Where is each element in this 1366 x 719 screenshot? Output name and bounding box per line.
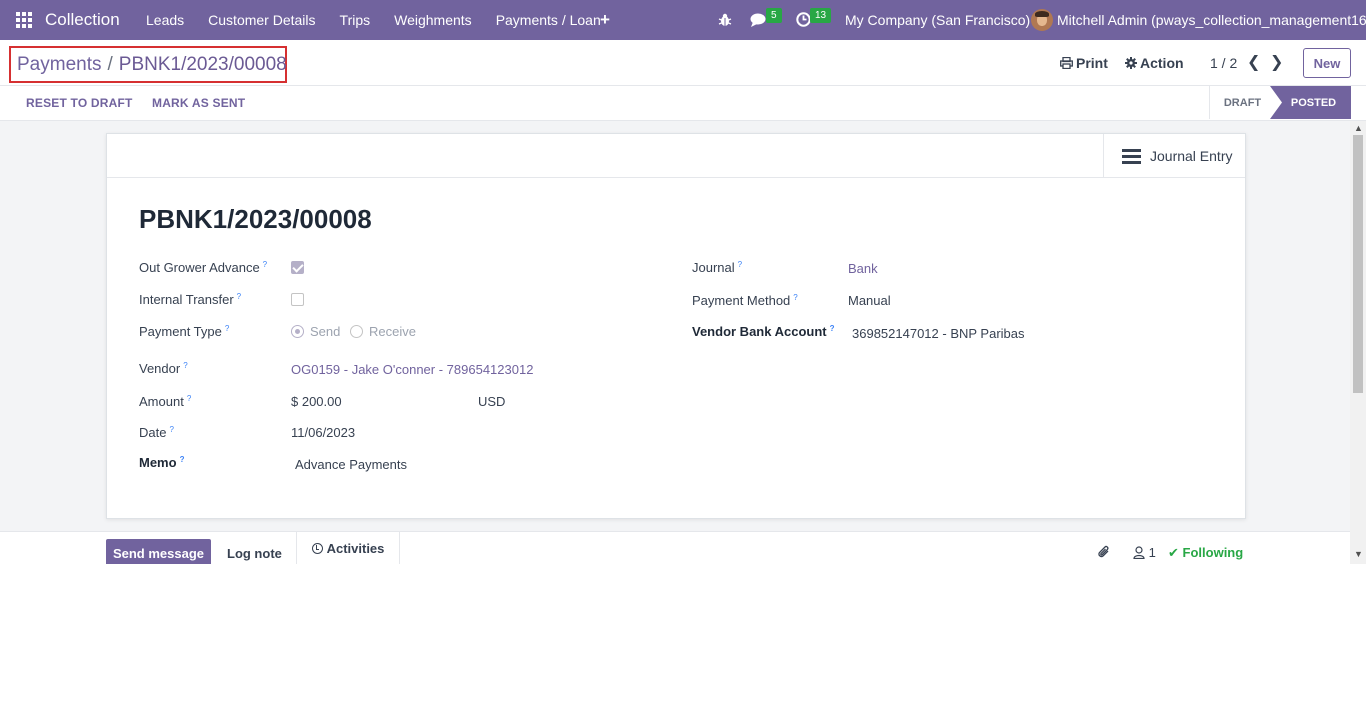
control-panel: Payments / PBNK1/2023/00008 Print Action… — [0, 40, 1366, 86]
gear-icon — [1125, 57, 1137, 69]
add-menu-icon[interactable]: + — [600, 10, 610, 30]
smart-button-box: Journal Entry — [107, 134, 1245, 178]
record-title: PBNK1/2023/00008 — [139, 204, 372, 234]
user-icon — [1133, 546, 1145, 560]
pager-value[interactable]: 1 / 2 — [1210, 55, 1237, 71]
memo-label: Memo? — [139, 455, 185, 470]
payment-type-receive-label[interactable]: Receive — [369, 324, 416, 339]
amount-value: $ 200.00 — [291, 394, 342, 409]
main-menu: Leads Customer Details Trips Weighments … — [146, 12, 625, 28]
list-bars-icon — [1122, 146, 1141, 167]
breadcrumb-parent-link[interactable]: Payments — [17, 54, 101, 76]
pager-previous-icon[interactable]: ❮ — [1247, 52, 1260, 72]
payment-type-label: Payment Type? — [139, 324, 230, 339]
mark-as-sent-button[interactable]: Mark as Sent — [152, 96, 245, 110]
status-bar: Reset to Draft Mark as Sent DRAFT POSTED — [0, 86, 1366, 121]
user-avatar[interactable] — [1031, 9, 1053, 31]
print-label: Print — [1076, 55, 1108, 71]
journal-label: Journal? — [692, 260, 743, 275]
check-icon: ✔ — [1168, 545, 1179, 560]
out-grower-advance-label: Out Grower Advance? — [139, 260, 268, 275]
payment-type-send-radio[interactable] — [291, 325, 304, 338]
menu-item-payments-loan[interactable]: Payments / Loan — [496, 12, 601, 28]
activities-label: Activities — [326, 541, 385, 556]
date-label: Date? — [139, 425, 174, 440]
reset-to-draft-button[interactable]: Reset to Draft — [26, 96, 133, 110]
vendor-link[interactable]: OG0159 - Jake O'conner - 789654123012 — [291, 362, 533, 377]
internal-transfer-label: Internal Transfer? — [139, 292, 242, 307]
vendor-bank-account-label: Vendor Bank Account? — [692, 324, 835, 339]
vendor-label: Vendor? — [139, 361, 188, 376]
menu-item-trips[interactable]: Trips — [340, 12, 371, 28]
debug-bug-icon[interactable] — [718, 13, 732, 27]
menu-item-customer-details[interactable]: Customer Details — [208, 12, 315, 28]
amount-label: Amount? — [139, 394, 192, 409]
currency-value: USD — [478, 394, 506, 409]
payment-method-value: Manual — [848, 293, 891, 308]
log-note-button[interactable]: Log note — [227, 546, 282, 561]
scroll-down-icon[interactable]: ▼ — [1354, 549, 1363, 559]
company-switcher[interactable]: My Company (San Francisco) — [845, 12, 1030, 28]
following-label: Following — [1182, 545, 1244, 560]
send-message-button[interactable]: Send message — [106, 539, 211, 564]
stage-posted: POSTED — [1270, 86, 1351, 119]
app-name[interactable]: Collection — [45, 10, 120, 30]
menu-item-weighments[interactable]: Weighments — [394, 12, 472, 28]
vendor-bank-account-value: 369852147012 - BNP Paribas — [852, 326, 1025, 341]
payment-type-send-label[interactable]: Send — [310, 324, 340, 339]
clock-icon — [311, 543, 323, 554]
chatter-bar: Send message Log note Activities 1 ✔ Fol… — [0, 531, 1350, 564]
breadcrumb-current: PBNK1/2023/00008 — [118, 53, 287, 75]
top-navbar: Collection Leads Customer Details Trips … — [0, 0, 1366, 40]
menu-item-leads[interactable]: Leads — [146, 12, 184, 28]
followers-button[interactable]: 1 — [1133, 545, 1156, 560]
print-icon — [1060, 57, 1073, 69]
date-value: 11/06/2023 — [291, 425, 356, 440]
user-menu[interactable]: Mitchell Admin (pways_collection_managem… — [1057, 12, 1366, 28]
messages-icon[interactable] — [750, 13, 767, 28]
journal-link[interactable]: Bank — [848, 261, 878, 276]
activities-clock-icon[interactable] — [796, 12, 811, 27]
out-grower-advance-checkbox[interactable] — [291, 261, 304, 274]
form-sheet: Journal Entry PBNK1/2023/00008 Out Growe… — [106, 133, 1246, 519]
payment-method-label: Payment Method? — [692, 293, 798, 308]
new-button[interactable]: New — [1303, 48, 1351, 78]
activities-button[interactable]: Activities — [296, 532, 400, 564]
activities-count-badge: 13 — [810, 8, 832, 23]
journal-entry-button[interactable]: Journal Entry — [1103, 134, 1245, 178]
journal-entry-label: Journal Entry — [1150, 148, 1233, 164]
action-button[interactable]: Action — [1125, 55, 1184, 71]
messages-count-badge: 5 — [766, 8, 782, 23]
stage-draft[interactable]: DRAFT — [1209, 86, 1275, 119]
payment-type-receive-radio[interactable] — [350, 325, 363, 338]
vertical-scrollbar[interactable]: ▲ ▼ — [1350, 121, 1366, 564]
pager-next-icon[interactable]: ❯ — [1270, 52, 1283, 72]
form-view-area: Journal Entry PBNK1/2023/00008 Out Growe… — [0, 121, 1350, 564]
action-label: Action — [1140, 55, 1184, 71]
internal-transfer-checkbox[interactable] — [291, 293, 304, 306]
breadcrumb-separator: / — [107, 53, 113, 75]
scrollbar-thumb[interactable] — [1353, 135, 1363, 393]
following-button[interactable]: ✔ Following — [1168, 545, 1243, 561]
paperclip-icon[interactable] — [1097, 545, 1111, 560]
apps-menu-icon[interactable] — [16, 12, 32, 28]
memo-value: Advance Payments — [295, 457, 408, 472]
scroll-up-icon[interactable]: ▲ — [1354, 123, 1363, 133]
print-button[interactable]: Print — [1060, 55, 1108, 71]
breadcrumb: Payments / PBNK1/2023/00008 — [9, 46, 287, 83]
followers-count: 1 — [1148, 545, 1156, 560]
